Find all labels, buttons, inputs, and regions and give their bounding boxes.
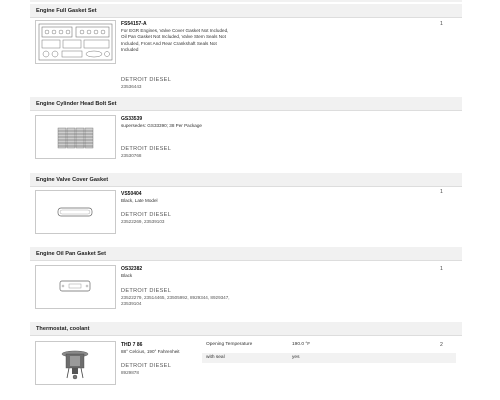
header-rule bbox=[30, 110, 462, 111]
top-divider bbox=[30, 0, 462, 2]
header-rule bbox=[30, 335, 462, 336]
section-title: Engine Full Gasket Set bbox=[36, 8, 97, 14]
spec-row-with-seal: with seal yes bbox=[202, 353, 456, 363]
spec-label: with seal bbox=[206, 355, 225, 360]
section-header: Engine Cylinder Head Bolt Set bbox=[30, 97, 462, 111]
brand-label: DETROIT DIESEL bbox=[121, 288, 172, 294]
oem-codes: 23536443 bbox=[121, 84, 142, 89]
part-section-cylinder-head-bolt-set: Engine Cylinder Head Bolt Set GS33539 su… bbox=[30, 97, 462, 167]
section-title: Thermostat, coolant bbox=[36, 326, 90, 332]
brand-label: DETROIT DIESEL bbox=[121, 363, 172, 369]
bolt-set-drawing bbox=[57, 127, 94, 149]
oem-codes: 23522279, 23514465, 23505992, 8929344, 8… bbox=[121, 295, 230, 307]
part-description: Black bbox=[121, 273, 133, 278]
gasket-set-drawing bbox=[38, 23, 113, 61]
section-header: Thermostat, coolant bbox=[30, 322, 462, 336]
part-description: Black, Late Model bbox=[121, 198, 158, 203]
part-number[interactable]: GS33539 bbox=[121, 116, 142, 122]
section-title: Engine Oil Pan Gasket Set bbox=[36, 251, 106, 257]
oil-pan-gasket-drawing bbox=[59, 280, 91, 292]
part-number[interactable]: OS32382 bbox=[121, 266, 142, 272]
quantity: 1 bbox=[440, 189, 443, 195]
section-title: Engine Cylinder Head Bolt Set bbox=[36, 101, 117, 107]
header-rule bbox=[30, 186, 462, 187]
part-section-valve-cover-gasket: Engine Valve Cover Gasket VS50404 Black,… bbox=[30, 173, 462, 243]
section-header: Engine Valve Cover Gasket bbox=[30, 173, 462, 187]
spec-label: Opening Temperature bbox=[206, 342, 253, 347]
header-rule bbox=[30, 260, 462, 261]
spec-value: yes bbox=[292, 355, 300, 360]
section-title: Engine Valve Cover Gasket bbox=[36, 177, 109, 183]
quantity: 1 bbox=[440, 266, 443, 272]
valve-cover-gasket-drawing bbox=[57, 207, 93, 217]
valve-cover-gasket-icon[interactable] bbox=[35, 190, 116, 234]
parts-list-page: Engine Full Gasket Set FS54157-A For EGR… bbox=[0, 0, 500, 400]
oem-codes: 8929878 bbox=[121, 370, 139, 375]
section-header: Engine Full Gasket Set bbox=[30, 4, 462, 18]
part-section-thermostat-coolant: Thermostat, coolant THD 7 86 88° Celcius… bbox=[30, 322, 462, 397]
bolt-set-icon[interactable] bbox=[35, 115, 116, 159]
part-number[interactable]: THD 7 86 bbox=[121, 342, 142, 348]
header-rule bbox=[30, 17, 462, 18]
spec-row-opening-temperature: Opening Temperature 190.0 °F bbox=[202, 340, 456, 350]
part-section-full-gasket-set: Engine Full Gasket Set FS54157-A For EGR… bbox=[30, 4, 462, 94]
thermostat-drawing bbox=[61, 350, 89, 380]
brand-label: DETROIT DIESEL bbox=[121, 212, 172, 218]
spec-value: 190.0 °F bbox=[292, 342, 311, 347]
part-section-oil-pan-gasket-set: Engine Oil Pan Gasket Set OS32382 Black … bbox=[30, 247, 462, 319]
part-number[interactable]: FS54157-A bbox=[121, 21, 147, 27]
brand-label: DETROIT DIESEL bbox=[121, 146, 172, 152]
quantity: 1 bbox=[440, 21, 443, 27]
oem-codes: 23530768 bbox=[121, 153, 142, 158]
thermostat-icon[interactable] bbox=[35, 341, 116, 385]
section-header: Engine Oil Pan Gasket Set bbox=[30, 247, 462, 261]
part-description: For EGR Engines, Valve Cover Gasket Not … bbox=[121, 28, 229, 52]
oil-pan-gasket-icon[interactable] bbox=[35, 265, 116, 309]
part-number[interactable]: VS50404 bbox=[121, 191, 142, 197]
quantity: 2 bbox=[440, 342, 443, 348]
gasket-set-icon[interactable] bbox=[35, 20, 116, 64]
part-description: supersedes: GS33390; 38 Per Package bbox=[121, 123, 202, 128]
brand-label: DETROIT DIESEL bbox=[121, 77, 172, 83]
oem-codes: 23522269, 23539103 bbox=[121, 219, 165, 224]
